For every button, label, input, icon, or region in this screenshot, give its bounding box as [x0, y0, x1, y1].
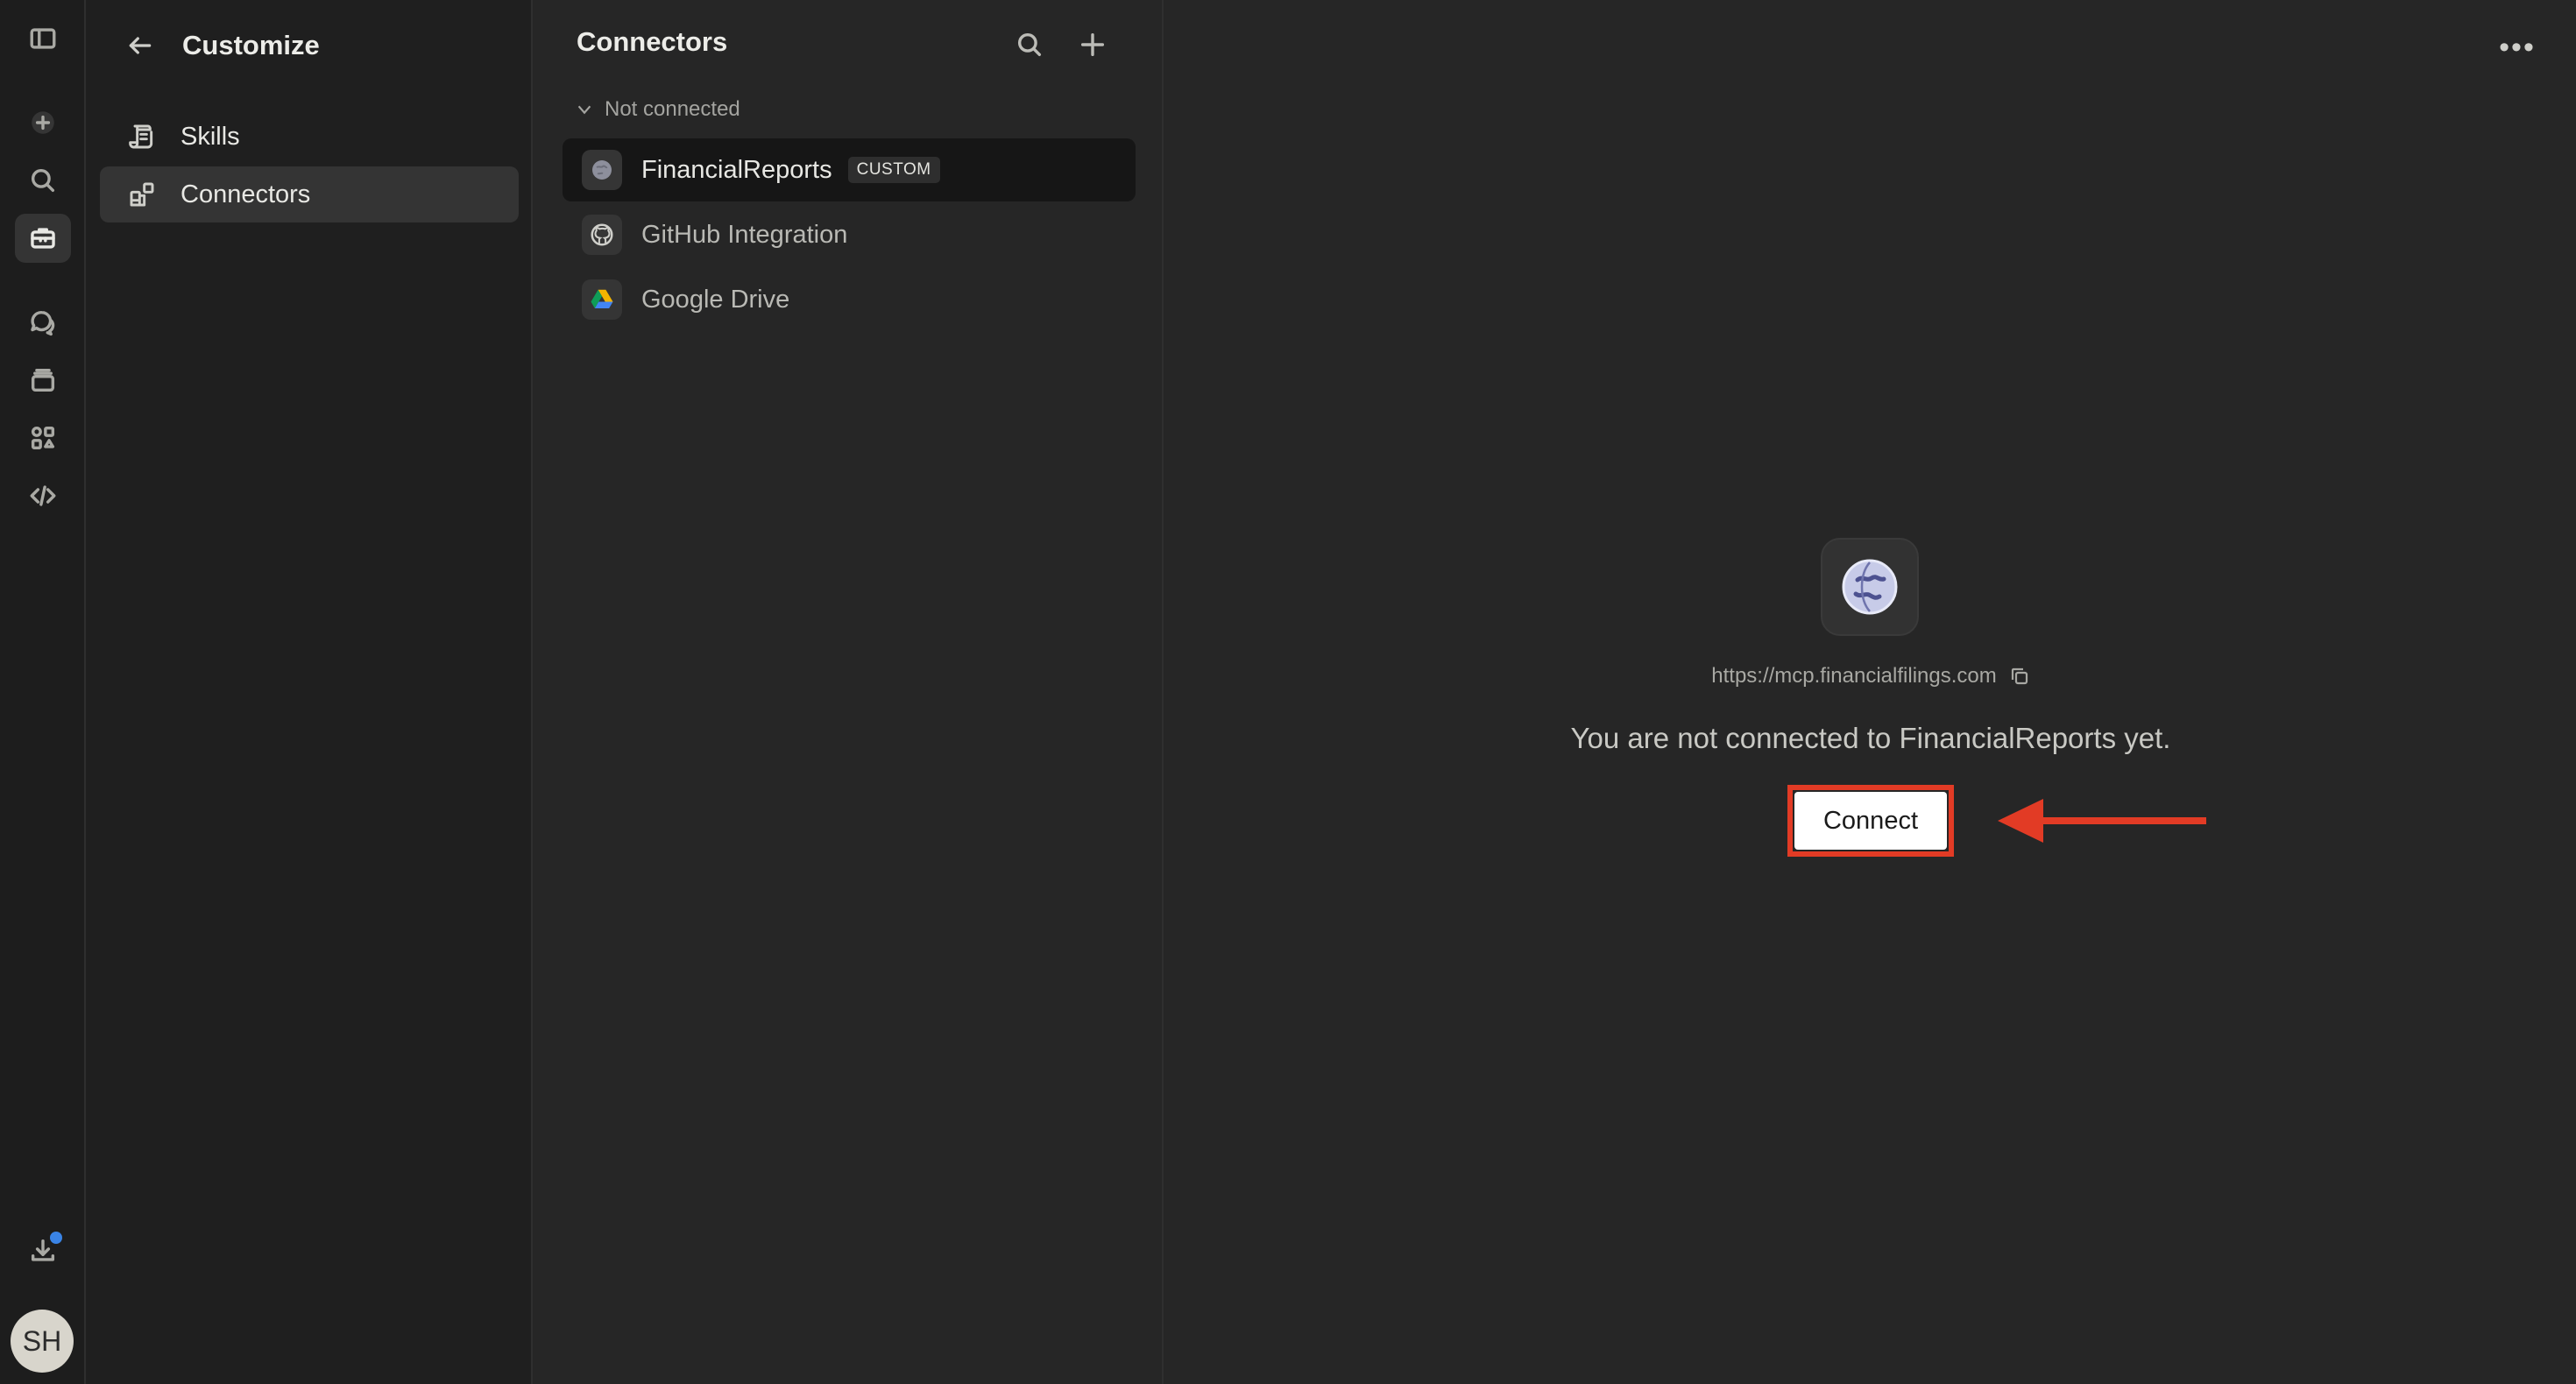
notification-dot: [50, 1232, 62, 1244]
connector-detail: ••• https://mcp.financialfilings.com You…: [1165, 0, 2576, 1384]
connector-item-google-drive[interactable]: Google Drive: [563, 268, 1136, 331]
code-icon[interactable]: [15, 471, 71, 520]
back-arrow-icon[interactable]: [121, 26, 159, 65]
google-drive-icon: [582, 279, 622, 320]
connectors-panel: Connectors Not connected FinancialReport…: [533, 0, 1164, 1384]
connector-name: Google Drive: [641, 285, 790, 314]
page-title: Customize: [182, 30, 320, 60]
download-icon[interactable]: [15, 1226, 71, 1275]
skills-icon: [126, 121, 158, 152]
avatar[interactable]: SH: [11, 1310, 74, 1373]
nav-item-label: Skills: [180, 122, 240, 151]
customize-header: Customize: [121, 25, 320, 67]
connectors-icon: [126, 179, 158, 210]
connector-item-github[interactable]: GitHub Integration: [563, 203, 1136, 266]
icon-rail: SH: [0, 0, 86, 1384]
nav-item-connectors[interactable]: Connectors: [100, 166, 519, 222]
artifacts-icon[interactable]: [15, 413, 71, 463]
briefcase-icon[interactable]: [15, 214, 71, 263]
new-chat-icon[interactable]: [15, 98, 71, 147]
group-header-not-connected[interactable]: Not connected: [575, 95, 740, 124]
chevron-down-icon: [577, 105, 591, 115]
connect-button[interactable]: Connect: [1794, 792, 1947, 850]
connection-status-message: You are not connected to FinancialReport…: [1570, 722, 2171, 754]
search-icon[interactable]: [15, 156, 71, 205]
connector-name: GitHub Integration: [641, 220, 848, 249]
pointer-arrow-icon: [1998, 799, 2206, 843]
custom-badge: CUSTOM: [847, 157, 940, 183]
add-connector-icon[interactable]: [1071, 23, 1115, 67]
server-url-text: https://mcp.financialfilings.com: [1711, 664, 1997, 688]
projects-icon[interactable]: [15, 356, 71, 405]
nav-item-skills[interactable]: Skills: [100, 109, 519, 165]
customize-panel: Customize Skills Connectors: [86, 0, 533, 1384]
globe-icon: [1821, 538, 1919, 636]
chats-icon[interactable]: [15, 298, 71, 347]
sidebar-toggle-icon[interactable]: [15, 14, 71, 63]
connector-name: FinancialReports: [641, 155, 832, 184]
copy-icon[interactable]: [2009, 666, 2030, 687]
more-options-icon[interactable]: •••: [2495, 30, 2539, 65]
nav-item-label: Connectors: [180, 180, 311, 208]
connector-item-financialreports[interactable]: FinancialReports CUSTOM: [563, 138, 1136, 201]
group-label: Not connected: [605, 97, 740, 121]
search-icon[interactable]: [1008, 23, 1051, 67]
server-url: https://mcp.financialfilings.com: [1165, 664, 2576, 688]
globe-icon: [582, 150, 622, 190]
connectors-title: Connectors: [577, 26, 728, 57]
github-icon: [582, 215, 622, 255]
